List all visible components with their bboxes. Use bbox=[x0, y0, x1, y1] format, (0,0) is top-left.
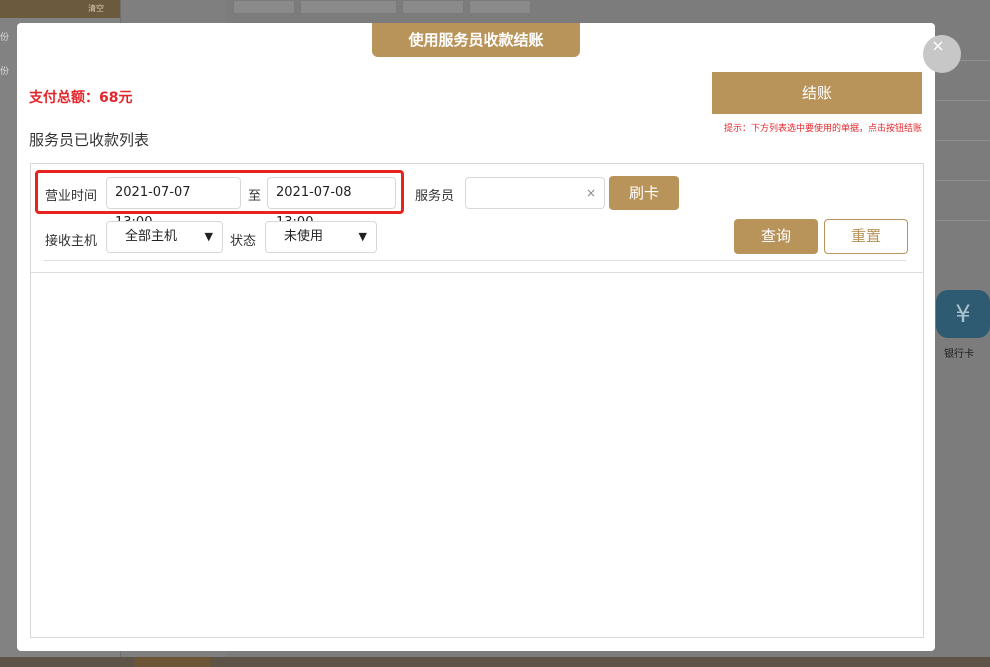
background-row-divider bbox=[936, 180, 990, 181]
chevron-down-icon: ▼ bbox=[204, 230, 213, 243]
bank-card-icon: ¥ bbox=[936, 290, 990, 338]
status-selected-value: 未使用 bbox=[284, 229, 324, 244]
start-time-field[interactable]: 2021-07-07 13:00 bbox=[106, 177, 241, 230]
clear-icon[interactable]: × bbox=[586, 178, 596, 208]
selection-hint: 提示：下方列表选中要使用的单据，点击按钮结账 bbox=[723, 124, 922, 134]
close-icon[interactable]: × bbox=[923, 35, 961, 73]
status-select[interactable]: 未使用 ▼ bbox=[265, 221, 377, 253]
reset-button[interactable]: 重置 bbox=[824, 219, 908, 254]
pay-total-amount: 支付总额：68元 bbox=[29, 90, 133, 106]
background-side-item: 份 bbox=[0, 67, 10, 77]
business-time-label: 营业时间 bbox=[45, 189, 98, 204]
background-row-divider bbox=[936, 220, 990, 221]
host-label: 接收主机 bbox=[45, 234, 98, 249]
status-label: 状态 bbox=[230, 234, 257, 249]
background-clear-tab: 清空 bbox=[0, 0, 120, 18]
background-row-divider bbox=[936, 100, 990, 101]
to-label: 至 bbox=[248, 189, 262, 204]
background-top-cell bbox=[300, 0, 397, 14]
background-top-cell bbox=[469, 0, 531, 14]
filter-divider bbox=[44, 260, 906, 261]
background-bottom-button bbox=[135, 657, 211, 667]
host-select[interactable]: 全部主机 ▼ bbox=[106, 221, 223, 253]
background-top-cell bbox=[233, 0, 295, 14]
background-top-cell bbox=[402, 0, 464, 14]
query-button[interactable]: 查询 bbox=[734, 219, 818, 254]
waiter-input[interactable]: × bbox=[465, 177, 605, 209]
waiter-label: 服务员 bbox=[415, 189, 455, 204]
swipe-card-button[interactable]: 刷卡 bbox=[609, 176, 679, 210]
chevron-down-icon: ▼ bbox=[358, 230, 367, 243]
list-top-divider bbox=[31, 272, 923, 273]
background-row-divider bbox=[936, 140, 990, 141]
background-side-item: 份 bbox=[0, 33, 10, 43]
bank-card-label: 银行卡 bbox=[944, 349, 974, 360]
end-time-field[interactable]: 2021-07-08 13:00 bbox=[267, 177, 396, 230]
received-list-panel: 营业时间 2021-07-07 13:00 至 2021-07-08 13:00… bbox=[30, 163, 924, 638]
yuan-icon: ¥ bbox=[955, 300, 971, 328]
host-selected-value: 全部主机 bbox=[125, 229, 178, 244]
dialog-title: 使用服务员收款结账 bbox=[372, 23, 580, 57]
waiter-payment-checkout-dialog: 使用服务员收款结账 × 支付总额：68元 结账 提示：下方列表选中要使用的单据，… bbox=[17, 23, 961, 651]
checkout-button[interactable]: 结账 bbox=[712, 72, 922, 114]
received-list-title: 服务员已收款列表 bbox=[29, 131, 150, 149]
